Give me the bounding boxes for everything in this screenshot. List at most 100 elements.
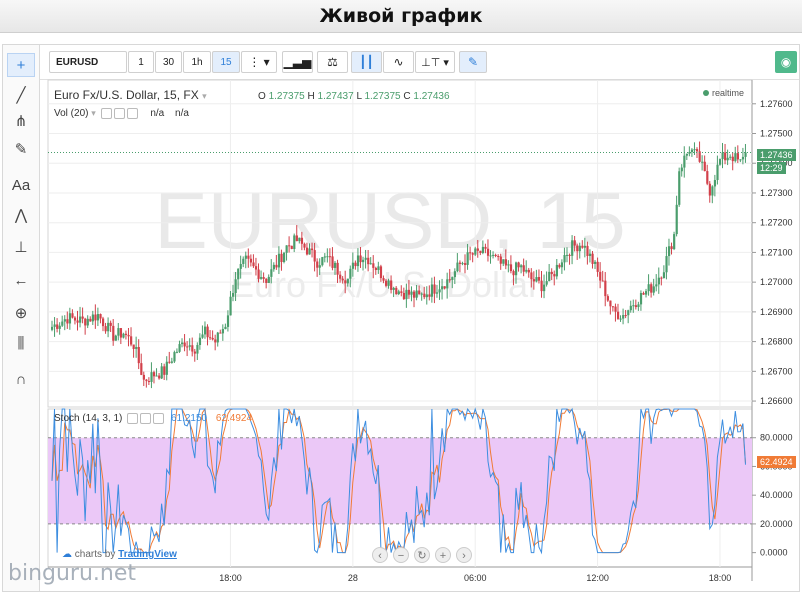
candle-body: [336, 262, 339, 275]
candle-body: [461, 263, 464, 265]
candle-body: [619, 318, 622, 320]
candle-body: [512, 271, 515, 276]
stoch-settings-icon[interactable]: [140, 413, 152, 424]
candle-body: [571, 240, 574, 256]
candle-body: [726, 157, 729, 161]
candle-body: [272, 264, 276, 270]
candle-body: [145, 379, 148, 382]
candle-body: [622, 315, 625, 319]
eye-icon[interactable]: [100, 108, 112, 119]
candle-body: [588, 253, 592, 256]
candle-body: [581, 245, 584, 248]
legend-menu-icon[interactable]: ▾: [202, 91, 207, 101]
candle-body: [295, 235, 298, 242]
candle-body: [63, 319, 66, 322]
tradingview-attribution[interactable]: ☁ charts by TradingView: [62, 549, 177, 560]
candle-body: [367, 257, 370, 265]
volume-menu-icon[interactable]: ▾: [91, 108, 96, 118]
candle-body: [288, 245, 291, 247]
candle-body: [68, 313, 72, 324]
candle-body: [532, 279, 536, 282]
candle-body: [117, 328, 120, 336]
candle-body: [611, 306, 615, 308]
candle-body: [731, 156, 734, 162]
candle-body: [685, 153, 689, 156]
candle-body: [84, 318, 87, 326]
close-value: 1.27436: [413, 91, 450, 102]
candle-body: [99, 314, 102, 319]
candle-body: [183, 342, 186, 347]
candle-body: [744, 152, 747, 157]
candle-body: [565, 254, 569, 256]
reset-button[interactable]: ↻: [414, 547, 430, 563]
zoom-in-button[interactable]: +: [435, 547, 451, 563]
candle-body: [400, 291, 403, 293]
bar-countdown-tag: 12:29: [757, 162, 786, 174]
candle-body: [474, 248, 477, 255]
candle-body: [203, 326, 207, 335]
stoch-close-icon[interactable]: [153, 413, 165, 424]
candle-body: [652, 286, 655, 293]
candle-body: [94, 314, 97, 321]
candle-body: [344, 280, 347, 284]
candle-body: [267, 276, 270, 283]
candle-body: [56, 324, 59, 329]
candle-body: [364, 257, 367, 260]
candle-body: [550, 271, 553, 275]
candle-body: [407, 289, 411, 295]
scroll-left-button[interactable]: ‹: [372, 547, 388, 563]
candle-body: [206, 326, 209, 338]
candle-body: [453, 271, 457, 278]
candle-body: [741, 156, 745, 160]
candle-body: [466, 252, 469, 265]
candle-body: [576, 245, 579, 252]
stoch-eye-icon[interactable]: [127, 413, 139, 424]
price-tick-label: 1.27500: [760, 129, 793, 139]
candle-body: [300, 237, 304, 244]
candle-body: [486, 248, 490, 256]
candle-body: [430, 284, 434, 297]
price-tick-label: 1.27100: [760, 247, 793, 257]
zoom-out-button[interactable]: −: [393, 547, 409, 563]
candle-body: [132, 344, 135, 349]
candle-body: [262, 277, 265, 279]
candle-body: [657, 277, 660, 285]
refresh-icon: ↻: [417, 550, 427, 562]
volume-legend: Vol (20) ▾ n/a n/a: [54, 108, 189, 119]
candle-body: [193, 351, 196, 354]
candle-body: [124, 333, 128, 335]
candle-body: [423, 293, 426, 298]
candle-body: [293, 235, 296, 249]
high-value: 1.27437: [317, 91, 354, 102]
candle-body: [504, 259, 508, 266]
candle-body: [530, 272, 533, 280]
candle-body: [362, 259, 365, 263]
time-tick-label: 18:00: [219, 573, 242, 583]
candle-body: [456, 262, 459, 272]
candle-body: [629, 305, 632, 311]
candle-body: [583, 245, 587, 248]
candle-body: [397, 291, 400, 295]
candle-body: [413, 291, 416, 298]
candle-body: [372, 263, 375, 268]
scroll-right-button[interactable]: ›: [456, 547, 472, 563]
candle-body: [706, 171, 709, 184]
candle-body: [637, 304, 640, 308]
time-tick-label: 28: [348, 573, 358, 583]
candle-body: [349, 268, 352, 279]
stoch-label: Stoch (14, 3, 1): [54, 413, 123, 425]
candle-body: [502, 259, 505, 264]
candle-body: [379, 266, 383, 279]
candle-body: [191, 345, 194, 352]
candle-body: [713, 180, 717, 187]
candle-body: [537, 277, 541, 281]
candle-body: [178, 344, 181, 352]
candle-body: [614, 306, 617, 312]
candle-body: [198, 337, 202, 346]
close-icon[interactable]: [126, 108, 138, 119]
settings-icon[interactable]: [113, 108, 125, 119]
candle-body: [382, 278, 385, 281]
candle-body: [377, 266, 380, 271]
candle-body: [234, 279, 237, 294]
stoch-tick-label: 40.0000: [760, 490, 793, 500]
